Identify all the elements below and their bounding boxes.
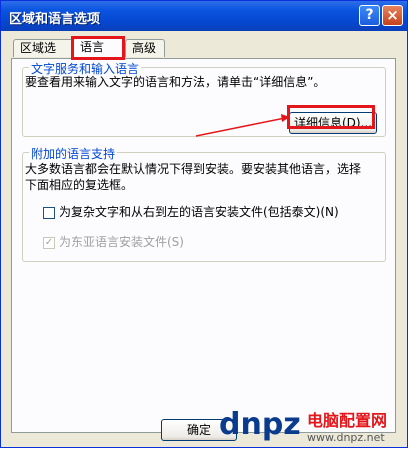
watermark: dnpz 电脑配置网 www.dnpz.net [219,403,407,447]
complex-scripts-row[interactable]: 为复杂文字和从右到左的语言安装文件(包括泰文)(N) [43,203,339,220]
complex-scripts-label: 为复杂文字和从右到左的语言安装文件(包括泰文)(N) [59,205,339,219]
window-title: 区域和语言选项 [9,12,101,27]
complex-scripts-checkbox[interactable] [43,206,55,219]
close-button[interactable]: × [382,5,403,26]
tab-regional-options[interactable]: 区域选项 [13,39,73,72]
supplemental-description-line1: 大多数语言都会在默认情况下得到安装。要安装其他语言，选择 [25,162,362,176]
title-bar[interactable]: 区域和语言选项 ? × [1,1,407,31]
east-asian-checkbox: ✓ [43,236,55,249]
east-asian-row: ✓ 为东亚语言安装文件(S) [43,233,184,250]
tab-advanced[interactable]: 高级 [125,39,165,57]
help-button[interactable]: ? [359,5,380,26]
tab-bar: 区域选项 语言 高级 [9,37,399,72]
supplemental-description-line2: 下面相应的复选框。 [25,178,134,192]
dialog-window: 区域和语言选项 ? × 区域选项 语言 高级 文字服务和输入语言 要查看用来输入… [0,0,408,448]
watermark-url: www.dnpz.net [307,431,385,444]
watermark-logo: dnpz [219,407,301,442]
annotation-box-languages-tab [71,36,125,60]
watermark-site-name: 电脑配置网 [307,411,388,430]
supplemental-language-group: 附加的语言支持 大多数语言都会在默认情况下得到安装。要安装其他语言，选择 下面相… [22,145,386,262]
text-services-description: 要查看用来输入文字的语言和方法，请单击“详细信息”。 [25,75,326,89]
supplemental-title: 附加的语言支持 [29,145,118,162]
east-asian-label: 为东亚语言安装文件(S) [59,235,184,249]
annotation-box-details-button [287,105,375,129]
